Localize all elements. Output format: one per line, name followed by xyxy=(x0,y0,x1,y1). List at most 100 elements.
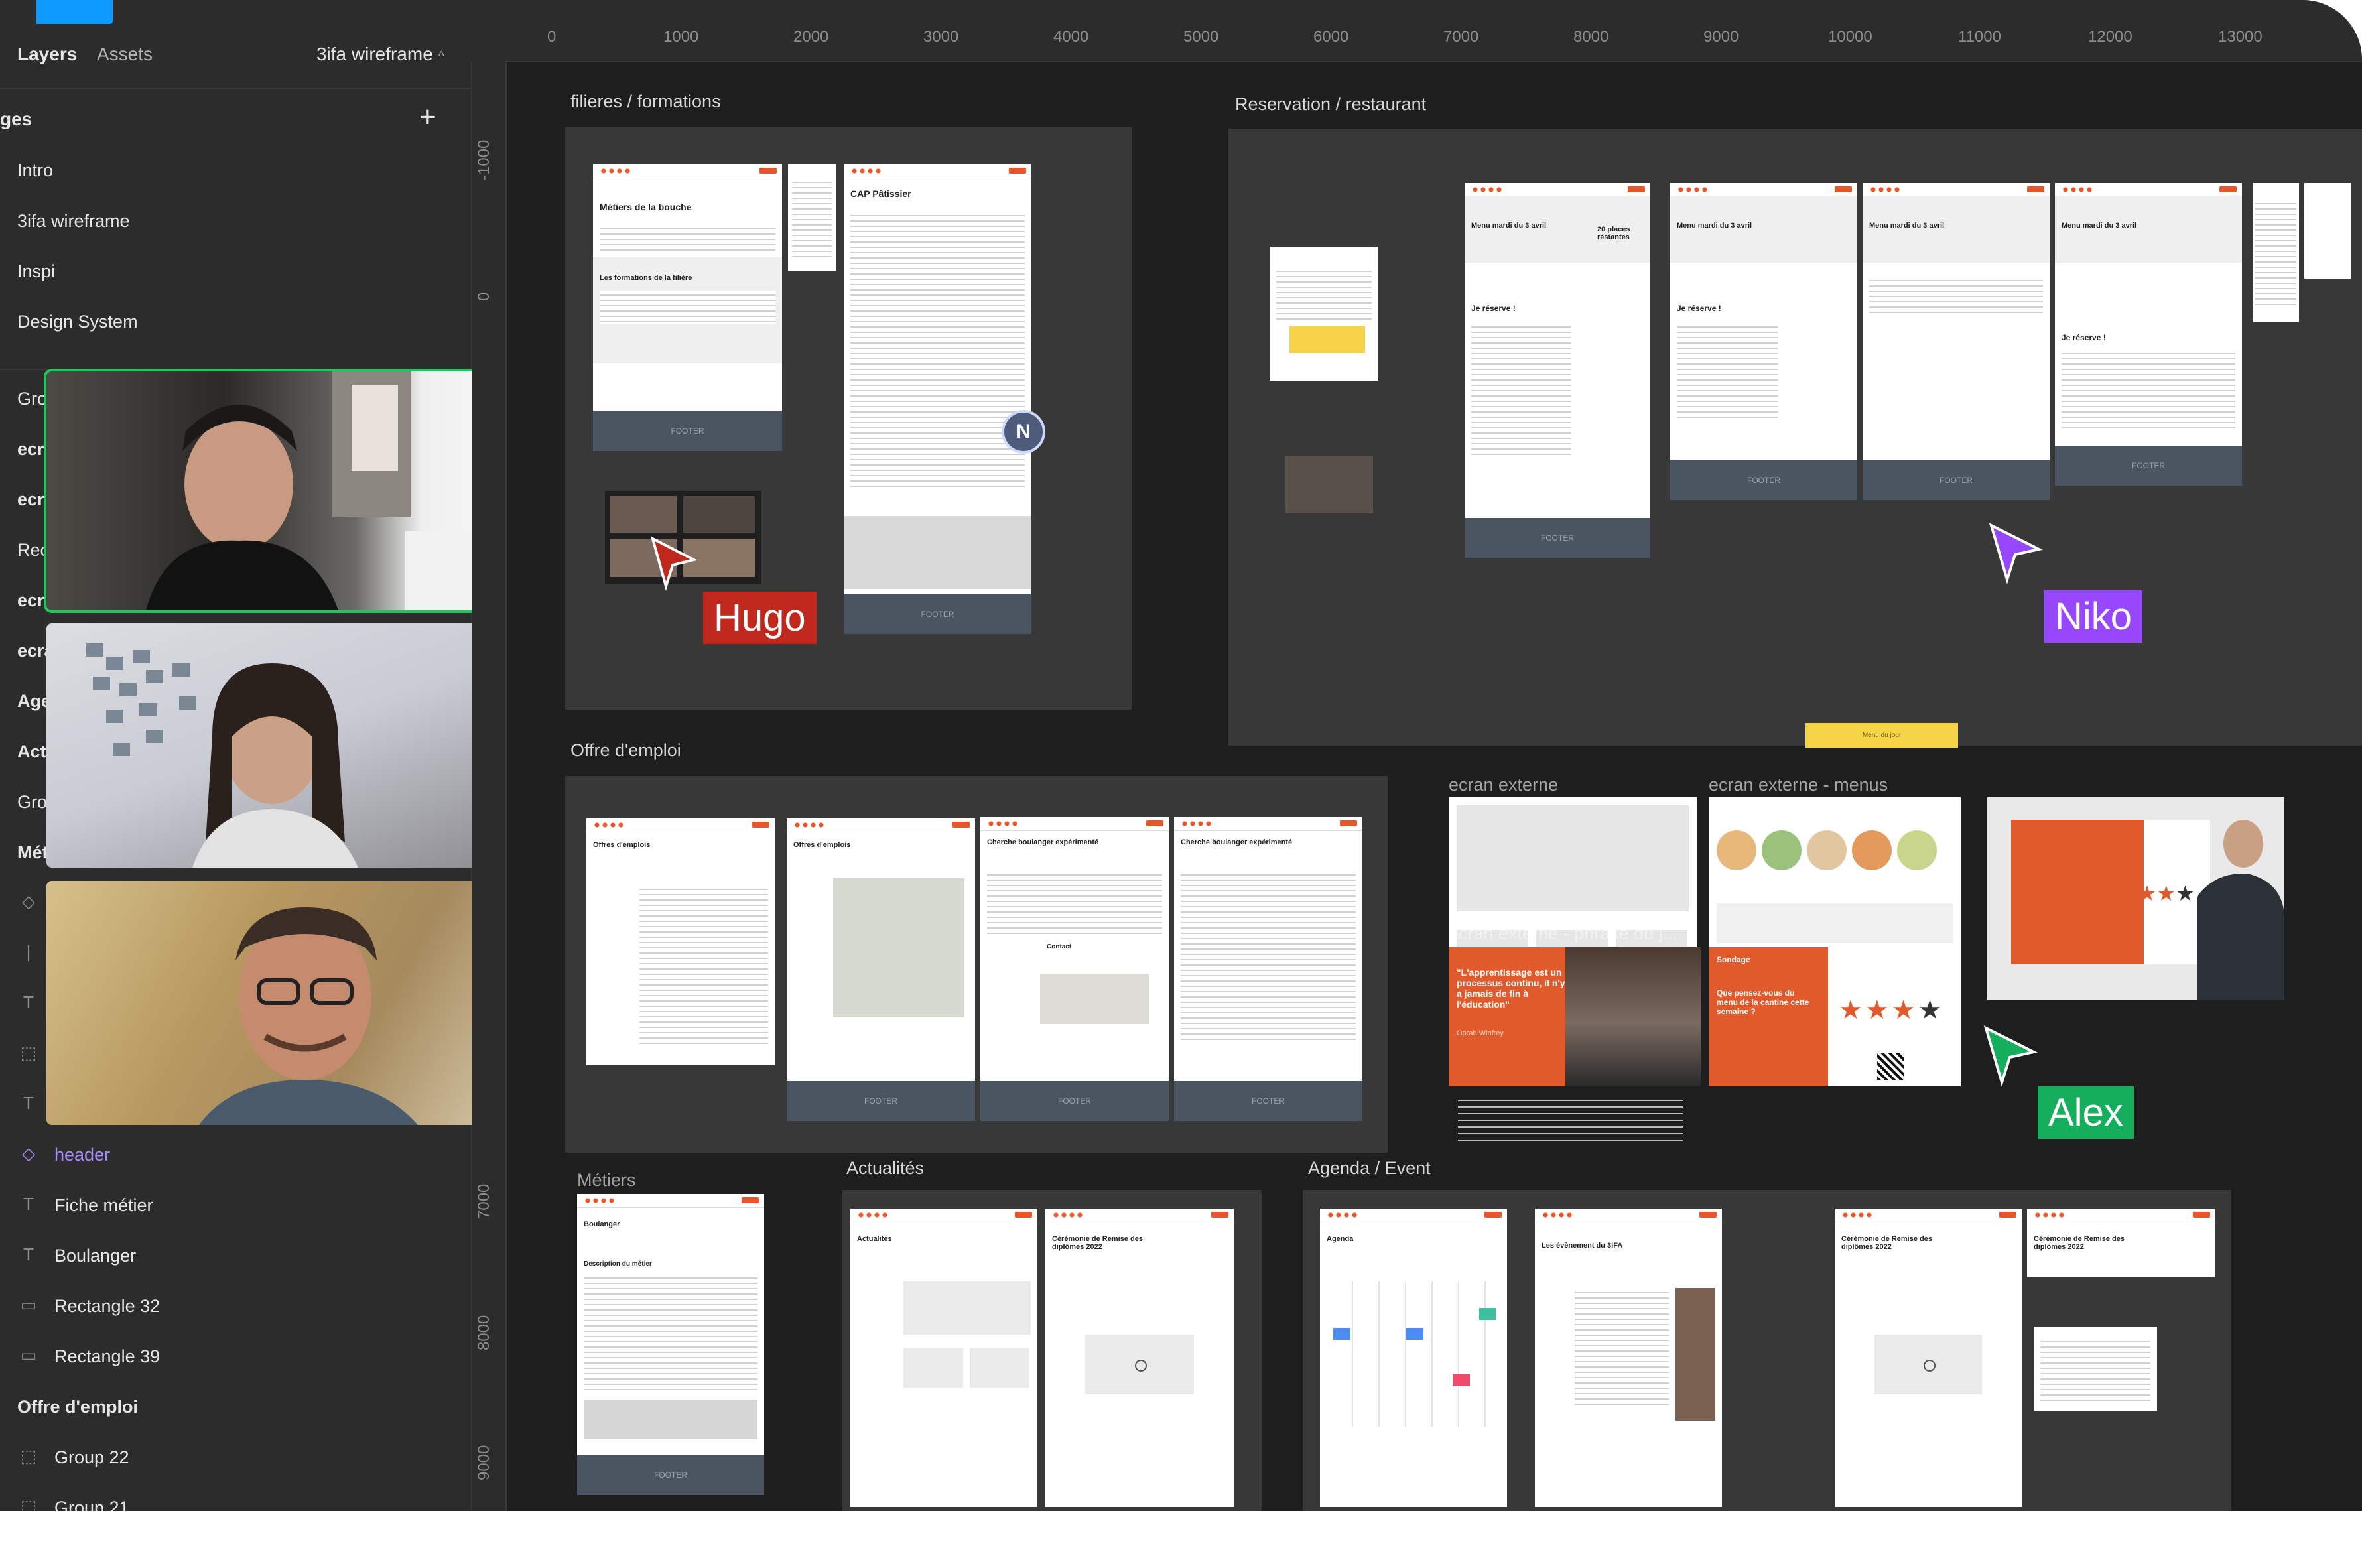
wireframe-actualite-detail[interactable]: Cérémonie de Remise des diplômes 2022 xyxy=(1045,1209,1234,1507)
tab-layers[interactable]: Layers xyxy=(17,44,77,65)
frame-reservation[interactable]: Menu mardi du 3 avril 20 places restante… xyxy=(1228,129,2362,746)
wireframe-event-detail[interactable]: Cérémonie de Remise des diplômes 2022 xyxy=(1835,1209,2022,1507)
wire-title: Cérémonie de Remise des diplômes 2022 xyxy=(1052,1235,1143,1251)
frame-label-offre[interactable]: Offre d'emploi xyxy=(570,740,681,761)
frame-label-agenda[interactable]: Agenda / Event xyxy=(1308,1158,1431,1179)
frame-offre-emploi[interactable]: Offres d'emplois Offres d'emplois FOOTER… xyxy=(565,776,1388,1153)
page-design-system[interactable]: Design System xyxy=(17,312,138,332)
rating-stars-icon: ★★★★ xyxy=(1839,996,1945,1025)
wire-video xyxy=(1085,1335,1194,1394)
frame-filieres[interactable]: Métiers de la bouche Les formations de l… xyxy=(565,127,1132,710)
wire-hero xyxy=(1670,196,1857,263)
video-tile-participant-1[interactable] xyxy=(44,369,490,613)
frame-label-filieres[interactable]: filieres / formations xyxy=(570,92,721,112)
video-tile-participant-2[interactable] xyxy=(46,623,488,868)
page-3ifa-wireframe[interactable]: 3ifa wireframe xyxy=(17,211,130,231)
logo-dots xyxy=(1181,821,1211,826)
frame-label-ecran-menus[interactable]: ecran externe - menus xyxy=(1709,775,1888,795)
wire-hero xyxy=(2055,196,2242,263)
ruler-tick: 7000 xyxy=(475,1183,493,1219)
wire-subtitle: Description du métier xyxy=(584,1260,652,1268)
wire-cta xyxy=(752,822,769,828)
layer-rectangle-39[interactable]: ▭ Rectangle 39 xyxy=(0,1339,471,1378)
wire-card xyxy=(970,1348,1029,1388)
wireframe-cherche-boulanger-form[interactable]: Cherche boulanger expérimenté FOOTER xyxy=(1174,817,1362,1121)
frame-agenda[interactable]: Agenda Les évènement du 3IFA Cérémonie d… xyxy=(1303,1190,2231,1511)
wireframe-event-card[interactable] xyxy=(2034,1327,2157,1411)
wireframe-metiers-bouche[interactable]: Métiers de la bouche Les formations de l… xyxy=(593,164,782,451)
quote-text: "L'apprentissage est un processus contin… xyxy=(1457,967,1565,1010)
wireframe-mobile-menu[interactable] xyxy=(2253,183,2299,322)
layer-label: Gro xyxy=(17,792,48,812)
wire-title: Cherche boulanger expérimenté xyxy=(1181,838,1293,846)
wire-badge: 20 places restantes xyxy=(1597,226,1630,241)
layer-group-21[interactable]: ⬚ Group 21 xyxy=(0,1490,471,1511)
road-photo xyxy=(1565,947,1701,1086)
wire-nav xyxy=(1045,1209,1234,1222)
wireframe-evenements[interactable]: Les évènement du 3IFA xyxy=(1535,1209,1722,1507)
ruler-tick: 6000 xyxy=(1313,28,1349,46)
add-page-icon[interactable]: + xyxy=(419,101,436,134)
wireframe-event-mobile[interactable]: Cérémonie de Remise des diplômes 2022 xyxy=(2027,1209,2215,1277)
wire-cta xyxy=(742,1197,759,1203)
active-tab[interactable] xyxy=(36,0,113,24)
page-intro[interactable]: Intro xyxy=(17,161,53,181)
layer-boulanger[interactable]: T Boulanger xyxy=(0,1238,471,1277)
frame-label-ecran-phrase[interactable]: ecran externe - phrase du j... xyxy=(1449,923,1677,944)
wireframe-fiche-metier[interactable]: Boulanger Description du métier FOOTER xyxy=(577,1194,764,1495)
wireframe-offres-map[interactable]: Offres d'emplois FOOTER xyxy=(787,818,975,1121)
cursor-alex-icon xyxy=(1983,1025,2038,1087)
collaborator-avatar[interactable]: N xyxy=(1002,410,1045,454)
text-icon: T xyxy=(23,1194,34,1214)
wire-subtitle: Les formations de la filière xyxy=(600,274,692,282)
wireframe-agenda[interactable]: Agenda xyxy=(1320,1209,1507,1507)
wire-text xyxy=(850,211,1025,490)
design-canvas[interactable]: filieres / formations Métiers de la bouc… xyxy=(507,62,2362,1511)
wire-cta xyxy=(1015,1212,1032,1218)
wireframe-menu-2[interactable]: Menu mardi du 3 avril Je réserve ! FOOTE… xyxy=(1670,183,1857,500)
wire-text xyxy=(584,1274,757,1393)
layer-fiche-metier[interactable]: T Fiche métier xyxy=(0,1187,471,1227)
layer-offre-emploi[interactable]: Offre d'emploi xyxy=(0,1389,471,1429)
wireframe-menu-3[interactable]: Menu mardi du 3 avril FOOTER xyxy=(1863,183,2050,500)
wireframe-actualites-list[interactable]: Actualités xyxy=(850,1209,1037,1507)
frame-label-reservation[interactable]: Reservation / restaurant xyxy=(1235,94,1426,115)
wireframe-cherche-boulanger[interactable]: Cherche boulanger expérimenté Contact FO… xyxy=(980,817,1169,1121)
frame-ecran-mockup[interactable]: ★★★★ xyxy=(1987,797,2284,1000)
wire-cta xyxy=(2027,186,2044,192)
ruler-tick: 2000 xyxy=(793,28,829,46)
layer-label: Fiche métier xyxy=(54,1195,153,1215)
wireframe-mobile-menu-2[interactable] xyxy=(2304,183,2351,279)
logo-dots xyxy=(584,1198,614,1203)
frame-sondage[interactable]: Sondage Que pensez-vous du menu de la ca… xyxy=(1709,947,1961,1086)
qr-code-icon xyxy=(1877,1053,1904,1080)
tab-assets[interactable]: Assets xyxy=(97,44,153,65)
page-inspi[interactable]: Inspi xyxy=(17,261,55,282)
layer-label: Rec xyxy=(17,540,50,560)
wireframe-menu-4[interactable]: Menu mardi du 3 avril Je réserve ! FOOTE… xyxy=(2055,183,2242,486)
wire-nav xyxy=(1465,183,1650,197)
file-name-dropdown[interactable]: 3ifa wireframe ^ xyxy=(316,44,444,65)
wireframe-mobile[interactable] xyxy=(788,164,836,271)
layer-header[interactable]: ◇ header xyxy=(0,1137,471,1177)
frame-actualites[interactable]: Actualités Cérémonie de Remise des diplô… xyxy=(842,1190,1262,1511)
frame-label-metiers[interactable]: Métiers xyxy=(577,1170,636,1191)
video-tile-participant-3[interactable] xyxy=(46,881,488,1125)
layer-group-22[interactable]: ⬚ Group 22 xyxy=(0,1439,471,1479)
wireframe-small-page[interactable] xyxy=(1270,247,1378,381)
component-icon: ◇ xyxy=(22,891,35,911)
logo-dots xyxy=(1471,187,1502,192)
frame-label-actualites[interactable]: Actualités xyxy=(846,1158,924,1179)
image-restaurant[interactable] xyxy=(1285,456,1373,513)
ruler-vertical: -1000 0 7000 8000 9000 xyxy=(472,61,507,1511)
annotation-text[interactable] xyxy=(1458,1094,1683,1141)
wireframe-menu-1[interactable]: Menu mardi du 3 avril 20 places restante… xyxy=(1465,183,1650,558)
wire-cta xyxy=(1146,820,1163,826)
frame-label-ecran-externe[interactable]: ecran externe xyxy=(1449,775,1558,795)
sticky-note[interactable]: Menu du jour xyxy=(1805,723,1958,748)
wireframe-cap-patissier[interactable]: CAP Pâtissier FOOTER xyxy=(844,164,1031,634)
layer-rectangle-32[interactable]: ▭ Rectangle 32 xyxy=(0,1288,471,1328)
panel-tabs: Layers Assets 3ifa wireframe ^ xyxy=(0,24,471,89)
wireframe-offres-list[interactable]: Offres d'emplois xyxy=(586,818,775,1065)
frame-ecran-phrase[interactable]: "L'apprentissage est un processus contin… xyxy=(1449,947,1701,1086)
